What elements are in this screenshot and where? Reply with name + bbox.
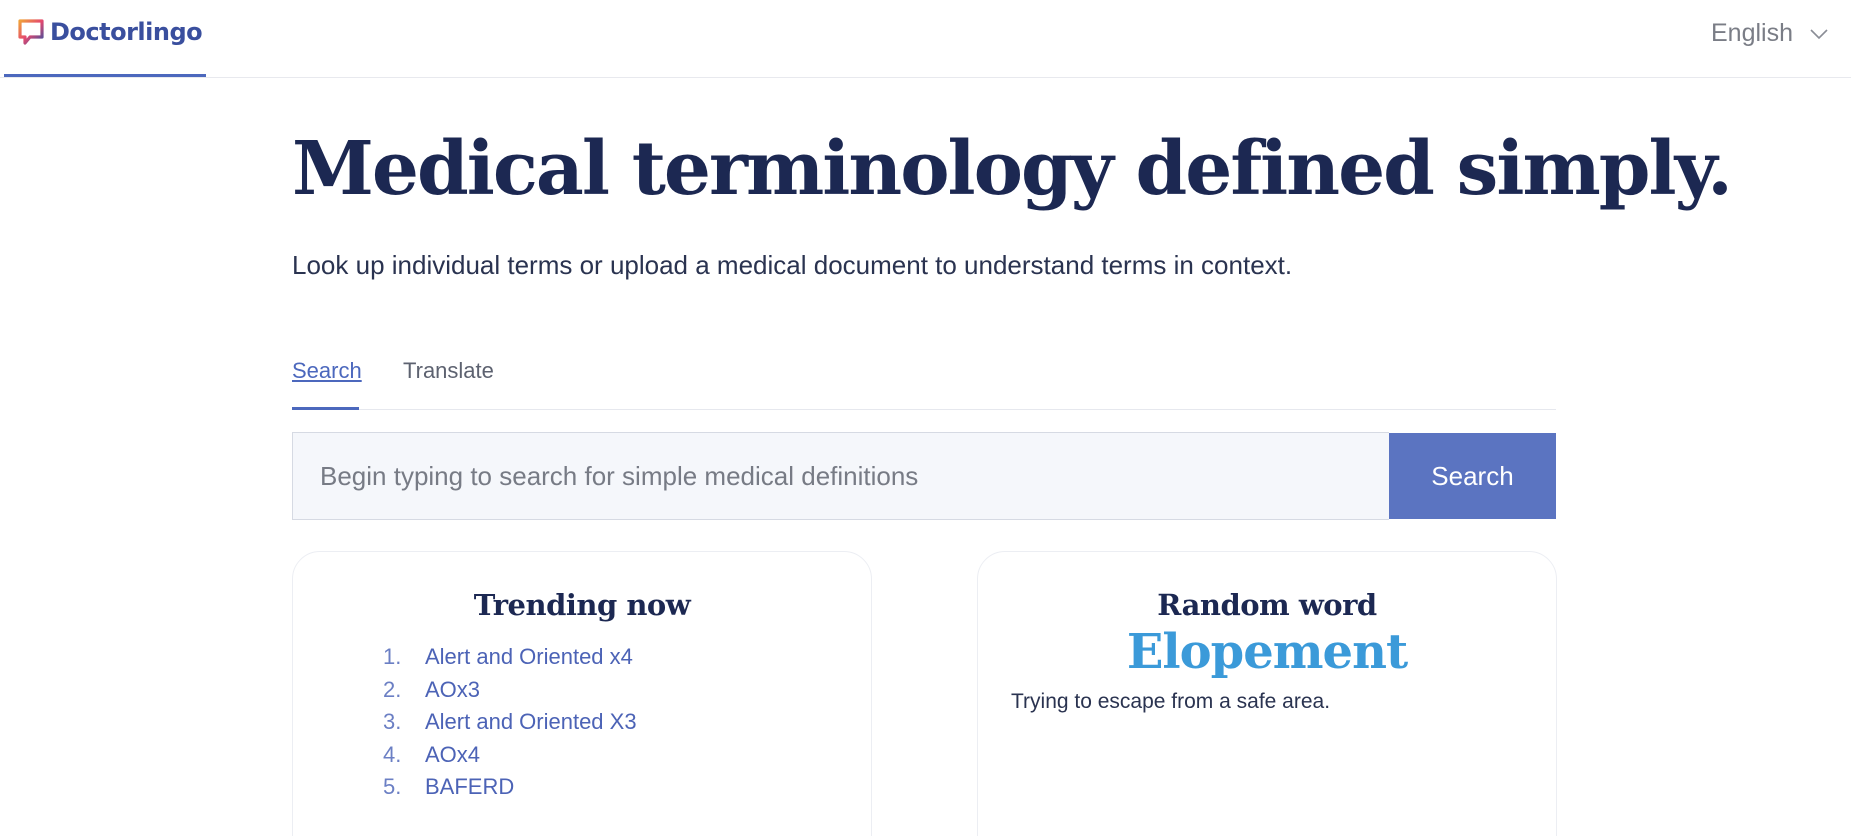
mode-tabs: Search Translate [292,356,1556,410]
list-number: 4. [383,741,402,767]
list-item: 2. AOx3 [383,677,871,710]
list-number: 1. [383,644,402,669]
trending-link[interactable]: AOx4 [425,742,480,768]
search-input[interactable] [292,432,1389,520]
page-subtitle: Look up individual terms or upload a med… [292,250,1293,280]
random-word-link[interactable]: Elopement [978,624,1556,680]
tab-search[interactable]: Search [292,358,362,384]
list-number: 5. [383,774,402,799]
search-bar: Search [292,432,1556,520]
trending-card: Trending now 1. Alert and Oriented x4 2.… [292,551,872,836]
search-button[interactable]: Search [1389,433,1556,519]
random-word-definition: Trying to escape from a safe area. [1011,690,1331,713]
chat-bubble-logo-icon [18,19,44,45]
top-nav: Doctorlingo English [0,0,1851,78]
brand-logo[interactable]: Doctorlingo [16,17,203,47]
trending-link[interactable]: BAFERD [425,774,514,800]
brand-active-indicator [4,74,206,77]
trending-link[interactable]: Alert and Oriented x4 [425,644,633,670]
random-word-card: Random word Elopement Trying to escape f… [977,551,1557,836]
list-number: 2. [383,676,402,702]
list-item: 4. AOx4 [383,742,871,775]
trending-link[interactable]: Alert and Oriented X3 [425,709,637,735]
brand-name: Doctorlingo [50,18,203,46]
trending-link[interactable]: AOx3 [425,677,480,703]
tab-translate[interactable]: Translate [403,358,494,384]
chevron-down-icon [1810,28,1828,39]
list-item: 5. BAFERD [383,774,871,807]
list-number: 3. [383,709,402,734]
tab-active-indicator [292,407,359,410]
list-item: 3. Alert and Oriented X3 [383,709,871,742]
trending-list: 1. Alert and Oriented x4 2. AOx3 3. Aler… [293,644,871,807]
page-title: Medical terminology defined simply. [292,126,1733,212]
list-item: 1. Alert and Oriented x4 [383,644,871,677]
language-selector[interactable]: English [1711,19,1829,48]
trending-title: Trending now [473,588,691,622]
language-label: English [1711,19,1793,47]
random-word-title: Random word [1157,588,1377,622]
